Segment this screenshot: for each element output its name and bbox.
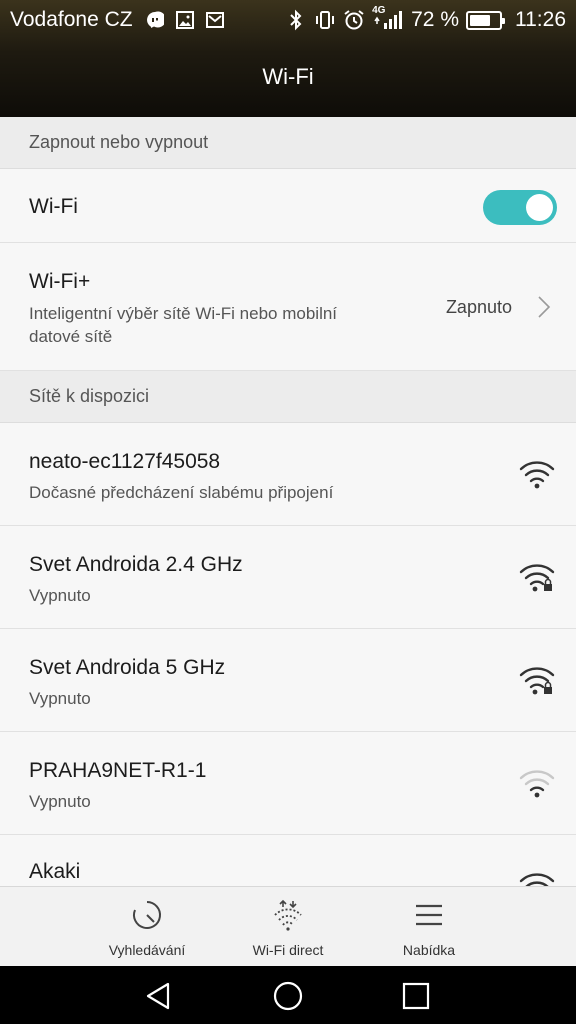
- network-type-label: 4G: [372, 5, 386, 16]
- back-icon[interactable]: [142, 979, 176, 1013]
- network-status: Dočasné předcházení slabému připojení: [29, 483, 334, 502]
- recents-icon[interactable]: [399, 979, 433, 1013]
- wifi-toggle-label: Wi-Fi: [29, 195, 78, 218]
- menu-button[interactable]: Nabídka: [359, 887, 499, 967]
- wifi-icon: [519, 461, 555, 489]
- bottom-action-bar: Vyhledávání Wi-Fi direct Nabídka: [0, 886, 576, 966]
- battery-percent: 72 %: [411, 8, 459, 31]
- app-header: Vodafone CZ 4G 72 % 11:26 Wi-Fi: [0, 0, 576, 117]
- signal-icon: 4G: [372, 5, 404, 31]
- wifi-lock-icon: [519, 667, 555, 695]
- clock: 11:26: [515, 8, 566, 31]
- network-status: Vypnuto: [29, 792, 91, 811]
- battery-icon: [466, 10, 505, 30]
- wifi-plus-value: Zapnuto: [445, 297, 512, 317]
- scan-button[interactable]: Vyhledávání: [77, 887, 217, 967]
- wifi-toggle-row[interactable]: Wi-Fi: [0, 169, 576, 243]
- battery-level: [470, 14, 490, 26]
- wifi-direct-label: Wi-Fi direct: [252, 942, 324, 958]
- page-title: Wi-Fi: [262, 64, 314, 89]
- wifi-plus-row[interactable]: Wi-Fi+ Inteligentní výběr sítě Wi-Fi neb…: [0, 243, 576, 371]
- chat-icon: [144, 9, 166, 31]
- network-item[interactable]: neato-ec1127f45058 Dočasné předcházení s…: [0, 423, 576, 526]
- carrier-name: Vodafone CZ: [10, 8, 133, 31]
- network-name: neato-ec1127f45058: [29, 450, 221, 473]
- mail-icon: [204, 9, 226, 31]
- network-name: PRAHA9NET-R1-1: [29, 759, 207, 782]
- network-item[interactable]: Svet Androida 2.4 GHz Vypnuto: [0, 526, 576, 629]
- status-bar: Vodafone CZ 4G 72 % 11:26: [0, 0, 576, 40]
- wifi-plus-subtitle-line1: Inteligentní výběr sítě Wi-Fi nebo mobil…: [29, 304, 338, 323]
- alarm-icon: [343, 9, 365, 31]
- chevron-right-icon: [538, 296, 551, 318]
- image-icon: [174, 9, 196, 31]
- toggle-knob: [526, 194, 553, 221]
- refresh-icon: [133, 901, 161, 929]
- wifi-toggle-switch[interactable]: [483, 190, 557, 225]
- home-icon[interactable]: [271, 979, 305, 1013]
- wifi-direct-icon: [274, 899, 302, 931]
- network-name: Akaki: [29, 860, 81, 883]
- vibrate-icon: [314, 9, 336, 31]
- network-item[interactable]: PRAHA9NET-R1-1 Vypnuto: [0, 732, 576, 835]
- network-name: Svet Androida 5 GHz: [29, 656, 226, 679]
- section-header-onoff: Zapnout nebo vypnout: [0, 117, 576, 169]
- wifi-weak-icon: [519, 770, 555, 798]
- network-name: Svet Androida 2.4 GHz: [29, 553, 243, 576]
- wifi-plus-title: Wi-Fi+: [29, 270, 91, 293]
- network-status: Vypnuto: [29, 586, 91, 605]
- wifi-lock-icon: [519, 564, 555, 592]
- menu-icon: [416, 904, 442, 926]
- system-navigation-bar: [0, 966, 576, 1024]
- bluetooth-icon: [285, 9, 307, 31]
- network-status: Vypnuto: [29, 689, 91, 708]
- menu-label: Nabídka: [402, 942, 456, 958]
- scan-label: Vyhledávání: [108, 942, 186, 958]
- wifi-plus-subtitle-line2: datové sítě: [29, 327, 113, 346]
- wifi-direct-button[interactable]: Wi-Fi direct: [218, 887, 358, 967]
- network-item[interactable]: Svet Androida 5 GHz Vypnuto: [0, 629, 576, 732]
- section-header-networks: Sítě k dispozici: [0, 371, 576, 423]
